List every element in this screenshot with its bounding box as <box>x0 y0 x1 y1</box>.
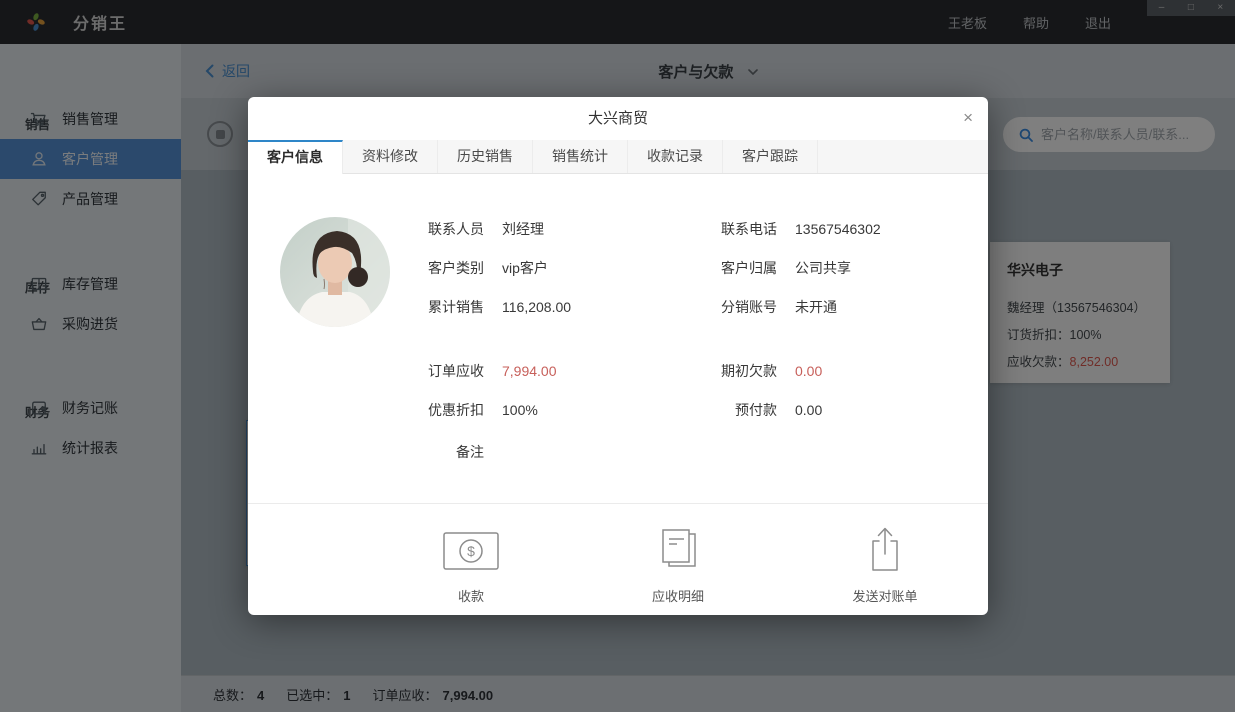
modal-footer: $ 收款 应收明细 发送对账单 <box>248 503 988 615</box>
tab-sales-history[interactable]: 历史销售 <box>438 140 533 173</box>
field-contact-phone: 联系电话 13567546302 <box>721 221 881 237</box>
svg-text:$: $ <box>467 543 475 559</box>
send-statement-icon <box>866 526 904 572</box>
cash-icon: $ <box>442 526 500 572</box>
modal-header: 大兴商贸 × <box>248 97 988 140</box>
customer-detail-modal: 大兴商贸 × 客户信息 资料修改 历史销售 销售统计 收款记录 客户跟踪 联系人… <box>248 97 988 615</box>
receivable-detail-icon <box>657 526 699 572</box>
tab-customer-tracking[interactable]: 客户跟踪 <box>723 140 818 173</box>
field-contact-person: 联系人员 刘经理 <box>428 221 544 237</box>
field-distribution-account: 分销账号 未开通 <box>721 299 837 315</box>
field-order-receivable: 订单应收 7,994.00 <box>428 363 557 379</box>
field-customer-ownership: 客户归属 公司共享 <box>721 260 851 276</box>
field-customer-type: 客户类别 vip客户 <box>428 260 548 276</box>
receivable-detail-button[interactable]: 应收明细 <box>618 526 738 605</box>
receive-payment-button[interactable]: $ 收款 <box>411 526 531 605</box>
field-total-sales: 累计销售 116,208.00 <box>428 299 572 315</box>
tab-sales-stats[interactable]: 销售统计 <box>533 140 628 173</box>
modal-close-icon[interactable]: × <box>963 106 973 130</box>
modal-title: 大兴商贸 <box>587 110 648 127</box>
tab-payment-records[interactable]: 收款记录 <box>628 140 723 173</box>
tab-customer-info[interactable]: 客户信息 <box>248 140 343 174</box>
send-statement-button[interactable]: 发送对账单 <box>825 526 945 605</box>
modal-tabs: 客户信息 资料修改 历史销售 销售统计 收款记录 客户跟踪 <box>248 140 988 174</box>
field-remarks: 备注 <box>456 444 484 460</box>
field-discount: 优惠折扣 100% <box>428 402 538 418</box>
field-opening-debt: 期初欠款 0.00 <box>721 363 823 379</box>
tab-edit-info[interactable]: 资料修改 <box>343 140 438 173</box>
field-prepayment: 预付款 0.00 <box>735 402 823 418</box>
app-window: 分销王 王老板 帮助 退出 – □ × 销售 销售管理 <box>0 0 1235 712</box>
